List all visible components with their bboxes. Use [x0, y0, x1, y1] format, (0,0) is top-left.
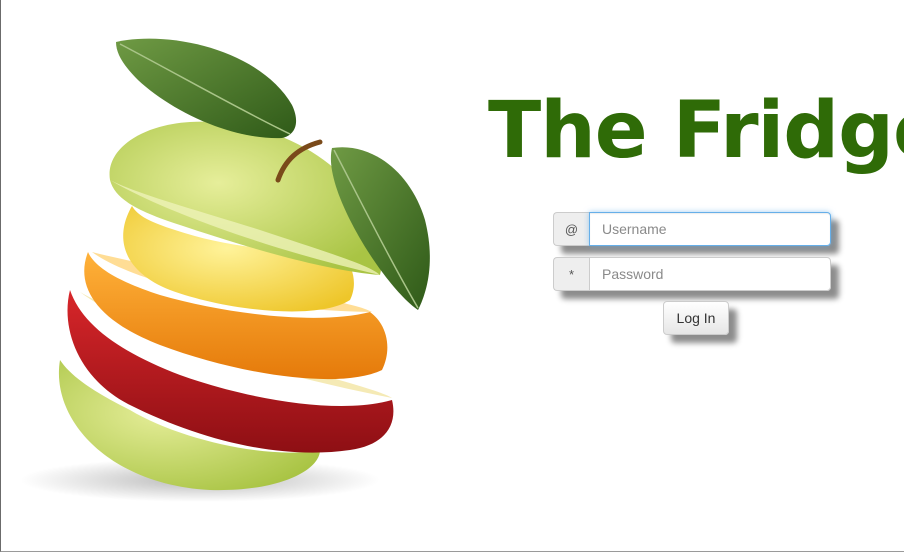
username-input[interactable] [589, 212, 831, 246]
at-sign-icon: @ [553, 212, 589, 246]
fruit-stack-image [20, 30, 460, 510]
login-button[interactable]: Log In [663, 301, 729, 335]
password-group: * [553, 257, 831, 291]
app-title: The Fridge [488, 86, 904, 176]
asterisk-icon: * [553, 257, 589, 291]
password-input[interactable] [589, 257, 831, 291]
username-group: @ [553, 212, 831, 246]
